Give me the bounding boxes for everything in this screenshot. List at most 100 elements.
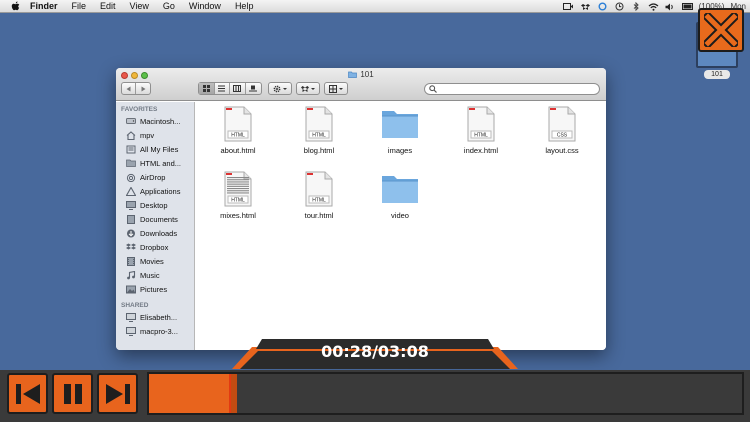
back-button[interactable] bbox=[122, 83, 137, 94]
view-mode-control bbox=[198, 82, 262, 95]
shared-list: Elisabeth... macpro-3... bbox=[116, 310, 194, 338]
progress-bar[interactable] bbox=[147, 372, 744, 415]
bluetooth-icon[interactable] bbox=[631, 2, 642, 11]
file-item[interactable]: CSS layout.css bbox=[522, 106, 602, 170]
home-icon bbox=[126, 130, 136, 140]
file-item[interactable]: HTML about.html bbox=[198, 106, 278, 170]
cover-flow-button[interactable] bbox=[246, 83, 261, 94]
file-item[interactable]: HTML mixes.html bbox=[198, 171, 278, 235]
skip-back-button[interactable] bbox=[7, 373, 48, 414]
menu-view[interactable]: View bbox=[130, 1, 149, 11]
menu-help[interactable]: Help bbox=[235, 1, 254, 11]
file-name: mixes.html bbox=[220, 211, 256, 220]
file-item[interactable]: HTML blog.html bbox=[279, 106, 359, 170]
wifi-icon[interactable] bbox=[648, 2, 659, 11]
html-file-icon: HTML bbox=[304, 106, 334, 142]
sync-icon[interactable] bbox=[597, 2, 608, 11]
window-titlebar: 101 bbox=[116, 68, 606, 101]
sidebar-item-macpro-3[interactable]: macpro-3... bbox=[116, 324, 194, 338]
sidebar-item-mpv[interactable]: mpv bbox=[116, 128, 194, 142]
dropbox-icon bbox=[126, 243, 136, 252]
sidebar-item-applications[interactable]: Applications bbox=[116, 184, 194, 198]
sidebar-item-label: Macintosh... bbox=[140, 116, 181, 126]
html-file-icon: HTML bbox=[223, 106, 253, 142]
file-item[interactable]: HTML index.html bbox=[441, 106, 521, 170]
column-view-button[interactable] bbox=[230, 83, 246, 94]
favorites-header: FAVORITES bbox=[121, 106, 158, 113]
apple-menu-icon[interactable] bbox=[11, 1, 21, 11]
pictures-icon bbox=[126, 285, 136, 294]
dropbox-toolbar-button[interactable] bbox=[296, 82, 320, 95]
file-name: tour.html bbox=[304, 211, 334, 220]
icon-view-button[interactable] bbox=[199, 83, 215, 94]
sidebar-item-label: Downloads bbox=[140, 228, 178, 238]
time-machine-icon[interactable] bbox=[614, 2, 625, 11]
file-name: images bbox=[387, 146, 413, 155]
sidebar-item-pictures[interactable]: Pictures bbox=[116, 282, 194, 296]
skip-back-icon bbox=[15, 383, 40, 404]
file-item[interactable]: images bbox=[360, 106, 440, 170]
close-icon bbox=[704, 13, 738, 47]
sidebar-item-html-and[interactable]: HTML and... bbox=[116, 156, 194, 170]
all-files-icon bbox=[126, 145, 136, 154]
forward-arrow-icon bbox=[141, 86, 146, 91]
folder-icon bbox=[126, 159, 136, 168]
file-item[interactable]: video bbox=[360, 171, 440, 235]
search-field[interactable] bbox=[424, 83, 600, 95]
sidebar-item-downloads[interactable]: Downloads bbox=[116, 226, 194, 240]
progress-handle[interactable] bbox=[229, 374, 237, 413]
sidebar-item-music[interactable]: Music bbox=[116, 268, 194, 282]
gear-icon bbox=[273, 85, 287, 92]
playback-time: 00:28/03:08 bbox=[321, 342, 429, 361]
sidebar-item-documents[interactable]: Documents bbox=[116, 212, 194, 226]
menu-edit[interactable]: Edit bbox=[100, 1, 116, 11]
file-name: layout.css bbox=[545, 146, 579, 155]
computer-icon bbox=[126, 312, 136, 322]
sidebar-item-macintosh[interactable]: Macintosh... bbox=[116, 114, 194, 128]
sidebar-item-dropbox[interactable]: Dropbox bbox=[116, 240, 194, 254]
sidebar-item-label: Applications bbox=[140, 186, 181, 196]
sidebar-item-desktop[interactable]: Desktop bbox=[116, 198, 194, 212]
list-view-button[interactable] bbox=[215, 83, 231, 94]
camera-icon[interactable] bbox=[563, 2, 574, 11]
sidebar-item-airdrop[interactable]: AirDrop bbox=[116, 170, 194, 184]
cover-flow-icon bbox=[249, 85, 258, 92]
folder-icon bbox=[381, 106, 419, 142]
applications-icon bbox=[126, 186, 136, 196]
skip-forward-button[interactable] bbox=[97, 373, 138, 414]
search-icon bbox=[429, 85, 437, 93]
forward-button[interactable] bbox=[136, 83, 150, 94]
title-folder-icon bbox=[348, 71, 358, 78]
arrange-icon bbox=[329, 84, 343, 93]
arrange-button[interactable] bbox=[324, 82, 348, 95]
pause-button[interactable] bbox=[52, 373, 93, 414]
volume-icon[interactable] bbox=[665, 2, 676, 11]
sidebar-item-all-my-files[interactable]: All My Files bbox=[116, 142, 194, 156]
menu-go[interactable]: Go bbox=[163, 1, 175, 11]
close-button[interactable] bbox=[698, 8, 744, 52]
svg-text:HTML: HTML bbox=[231, 133, 245, 139]
sidebar-item-label: Documents bbox=[140, 214, 178, 224]
menu-finder[interactable]: Finder bbox=[30, 1, 58, 11]
folder-icon bbox=[381, 171, 419, 207]
sidebar-item-movies[interactable]: Movies bbox=[116, 254, 194, 268]
action-menu-button[interactable] bbox=[268, 82, 292, 95]
desktop-icon-label: 101 bbox=[704, 70, 730, 79]
menu-window[interactable]: Window bbox=[189, 1, 221, 11]
sidebar-item-label: mpv bbox=[140, 130, 155, 140]
list-icon bbox=[218, 85, 226, 92]
dropbox-status-icon[interactable] bbox=[580, 2, 591, 11]
sidebar-item-label: macpro-3... bbox=[140, 326, 178, 336]
battery-icon[interactable] bbox=[681, 2, 693, 11]
file-item[interactable]: HTML tour.html bbox=[279, 171, 359, 235]
file-name: about.html bbox=[220, 146, 256, 155]
svg-text:HTML: HTML bbox=[312, 198, 326, 204]
dropbox-icon bbox=[301, 85, 315, 92]
html-file-icon: HTML bbox=[223, 171, 253, 207]
file-grid: HTML about.html HTML blog.html images HT… bbox=[196, 102, 606, 350]
sidebar-item-elisabeth[interactable]: Elisabeth... bbox=[116, 310, 194, 324]
svg-text:HTML: HTML bbox=[312, 133, 326, 139]
shared-header: SHARED bbox=[121, 302, 149, 309]
menu-file[interactable]: File bbox=[72, 1, 87, 11]
sidebar-item-label: Pictures bbox=[140, 284, 168, 294]
